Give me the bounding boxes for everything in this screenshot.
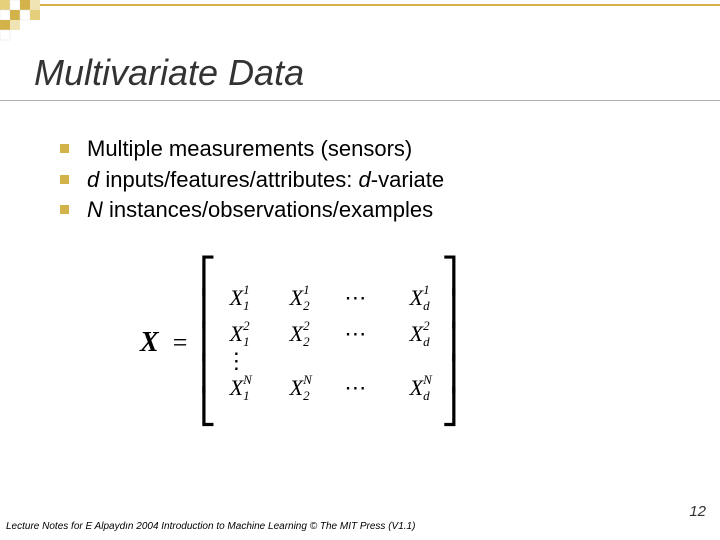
matrix-equation: X = ⎡⎢⎢⎢⎣ X11 X12 ⋯ X1d X21 X22 ⋯ X2d ⋮ …: [140, 268, 453, 418]
list-item: Multiple measurements (sensors): [60, 135, 444, 164]
title-underline: [0, 100, 720, 101]
cdots-icon: ⋯: [339, 375, 373, 401]
bullet-icon: [60, 175, 69, 184]
matrix-cell: X1d: [399, 285, 433, 311]
bullet-icon: [60, 144, 69, 153]
matrix-cell: X2d: [399, 321, 433, 347]
matrix-cell: X11: [219, 285, 253, 311]
slide-title: Multivariate Data: [34, 52, 304, 94]
right-bracket-icon: ⎤⎥⎥⎥⎦: [441, 268, 453, 418]
matrix-cell: XN1: [219, 375, 253, 401]
var-N: N: [87, 197, 103, 222]
corner-decoration: [0, 0, 720, 46]
cdots-icon: ⋯: [339, 321, 373, 347]
matrix-cell: XN2: [279, 375, 313, 401]
bullet-icon: [60, 205, 69, 214]
matrix-cell: XNd: [399, 375, 433, 401]
footer-citation: Lecture Notes for E Alpaydın 2004 Introd…: [6, 521, 415, 532]
matrix-cell: X21: [219, 321, 253, 347]
cdots-icon: ⋯: [339, 285, 373, 311]
matrix-lhs: X: [140, 327, 159, 359]
left-bracket-icon: ⎡⎢⎢⎢⎣: [199, 268, 211, 418]
text: -variate: [371, 167, 444, 192]
list-item: d inputs/features/attributes: d-variate: [60, 166, 444, 195]
bullet-list: Multiple measurements (sensors) d inputs…: [60, 135, 444, 227]
matrix-cell: X12: [279, 285, 313, 311]
text: instances/observations/examples: [103, 197, 433, 222]
text: inputs/features/attributes:: [99, 167, 358, 192]
matrix-cell: X22: [279, 321, 313, 347]
vdots-icon: ⋮: [219, 357, 253, 365]
list-item: N instances/observations/examples: [60, 196, 444, 225]
matrix-body: X11 X12 ⋯ X1d X21 X22 ⋯ X2d ⋮ XN1 XN2 ⋯ …: [219, 285, 433, 401]
var-d: d: [87, 167, 99, 192]
bullet-text: Multiple measurements (sensors): [87, 135, 412, 164]
bullet-text: d inputs/features/attributes: d-variate: [87, 166, 444, 195]
bullet-text: N instances/observations/examples: [87, 196, 433, 225]
equals-sign: =: [173, 328, 188, 358]
var-d: d: [359, 167, 371, 192]
page-number: 12: [689, 503, 706, 520]
